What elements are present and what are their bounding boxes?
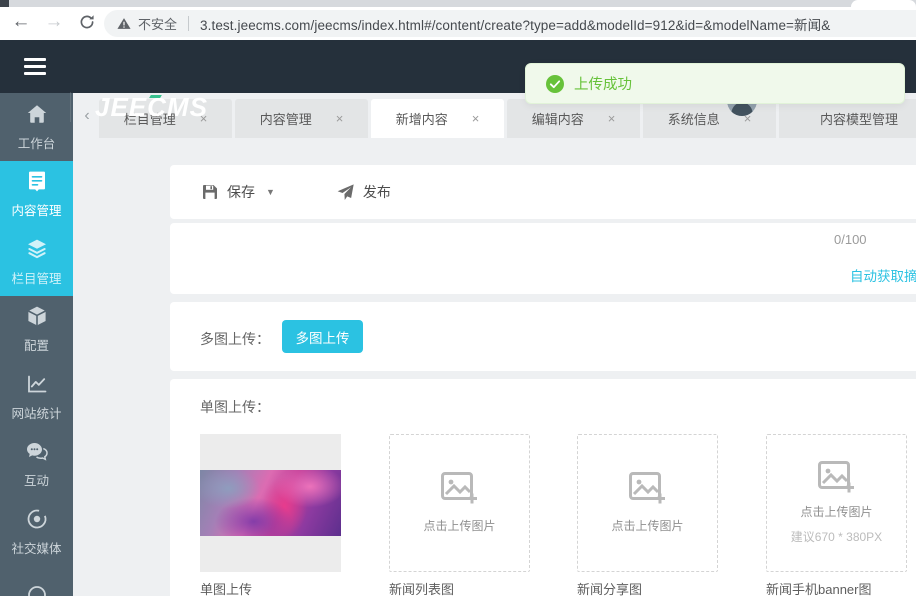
sidebar-item-social[interactable]: 社交媒体 bbox=[0, 498, 73, 566]
browser-forward-button[interactable]: → bbox=[41, 9, 67, 35]
sidebar-item-label: 栏目管理 bbox=[11, 271, 62, 286]
image-plus-icon bbox=[628, 472, 665, 504]
toast-message: 上传成功 bbox=[574, 77, 632, 93]
upload-card-mobile-banner[interactable]: 点击上传图片 建议670 * 380PX bbox=[766, 434, 907, 572]
publish-button[interactable]: 发布 bbox=[337, 182, 391, 202]
address-divider bbox=[188, 16, 190, 31]
main-content: 保存 ▼ 发布 0/100 自动获取摘要 多图上传： 多图上传 单图上传： bbox=[73, 138, 916, 596]
close-icon[interactable]: × bbox=[472, 111, 480, 126]
browser-tab-remnant bbox=[0, 0, 9, 7]
tabs-row: 栏目管理 × 内容管理 × 新增内容 × 编辑内容 × 系统信息 × 内容模型管… bbox=[99, 99, 916, 138]
uploaded-image-thumbnail[interactable] bbox=[200, 470, 341, 536]
image-plus-icon bbox=[440, 472, 477, 504]
title-summary-panel[interactable]: 0/100 自动获取摘要 bbox=[170, 223, 916, 294]
cube-icon bbox=[27, 306, 46, 326]
sidebar-nav: 工作台 内容管理 栏目管理 配置 网站统计 互动 社交媒体 bbox=[0, 93, 73, 596]
menu-toggle-button[interactable] bbox=[24, 58, 46, 75]
sidebar-item-more[interactable] bbox=[0, 566, 73, 596]
paper-plane-icon bbox=[337, 183, 354, 200]
multi-upload-panel: 多图上传： 多图上传 bbox=[170, 302, 916, 371]
multi-upload-label: 多图上传： bbox=[200, 331, 270, 347]
tab-scroll-left-icon[interactable]: ‹ bbox=[79, 106, 95, 126]
sidebar-item-label: 互动 bbox=[23, 474, 49, 489]
card-label-single: 单图上传 bbox=[200, 582, 253, 596]
card-label-news-list: 新闻列表图 bbox=[389, 582, 455, 596]
circle-icon bbox=[27, 585, 46, 596]
tab-label: 系统信息 bbox=[667, 112, 720, 127]
close-icon[interactable]: × bbox=[608, 111, 616, 126]
address-bar[interactable]: 不安全 3.test.jeecms.com/jeecms/index.html#… bbox=[104, 10, 916, 37]
toast-success: 上传成功 bbox=[525, 63, 905, 104]
tab-edit-content[interactable]: 编辑内容 × bbox=[507, 99, 640, 138]
multi-upload-button[interactable]: 多图上传 bbox=[282, 320, 363, 353]
sidebar-item-content[interactable]: 内容管理 bbox=[0, 160, 73, 228]
tab-content-mgmt[interactable]: 内容管理 × bbox=[235, 99, 368, 138]
browser-tabstrip bbox=[0, 0, 916, 7]
sidebar-item-label: 内容管理 bbox=[11, 204, 62, 219]
single-upload-panel: 单图上传： 点击上传图片 点击上传图片 点击上传图片 建议670 * 380PX… bbox=[170, 379, 916, 596]
upload-size-hint: 建议670 * 380PX bbox=[790, 530, 883, 544]
url-text: 3.test.jeecms.com/jeecms/index.html#/con… bbox=[200, 17, 831, 33]
sidebar-item-label: 社交媒体 bbox=[11, 541, 62, 556]
image-plus-icon bbox=[817, 461, 854, 493]
upload-placeholder-text: 点击上传图片 bbox=[800, 505, 873, 519]
browser-toolbar: ← → 不安全 3.test.jeecms.com/jeecms/index.h… bbox=[0, 0, 916, 40]
logo-accent bbox=[149, 95, 162, 98]
tab-new-content[interactable]: 新增内容 × bbox=[371, 99, 504, 138]
jeecms-app-window: ← → 不安全 3.test.jeecms.com/jeecms/index.h… bbox=[0, 0, 916, 596]
browser-back-button[interactable]: ← bbox=[8, 9, 34, 35]
action-toolbar: 保存 ▼ 发布 bbox=[170, 165, 916, 219]
refresh-icon bbox=[80, 15, 94, 29]
sidebar-item-label: 网站统计 bbox=[11, 406, 62, 421]
upload-placeholder-text: 点击上传图片 bbox=[611, 519, 684, 533]
browser-refresh-button[interactable] bbox=[74, 9, 100, 35]
chevron-down-icon[interactable]: ▼ bbox=[266, 187, 275, 197]
sidebar-item-channel[interactable]: 栏目管理 bbox=[0, 228, 73, 296]
sidebar-item-interact[interactable]: 互动 bbox=[0, 431, 73, 499]
sidebar-item-config[interactable]: 配置 bbox=[0, 296, 73, 364]
content-icon bbox=[28, 171, 45, 192]
tab-label: 内容模型管理 bbox=[819, 112, 898, 127]
upload-card-news-share[interactable]: 点击上传图片 bbox=[577, 434, 718, 572]
sidebar-item-label: 工作台 bbox=[17, 136, 56, 151]
security-label: 不安全 bbox=[138, 17, 178, 32]
close-icon[interactable]: × bbox=[336, 111, 344, 126]
publish-label: 发布 bbox=[362, 184, 391, 200]
browser-active-tab bbox=[851, 0, 916, 7]
home-icon bbox=[27, 104, 46, 123]
sidebar-item-workbench[interactable]: 工作台 bbox=[0, 93, 73, 161]
chart-icon bbox=[27, 375, 46, 393]
social-icon bbox=[27, 509, 46, 529]
tab-label: 内容管理 bbox=[259, 112, 312, 127]
card-label-news-share: 新闻分享图 bbox=[577, 582, 643, 596]
save-icon bbox=[203, 185, 217, 199]
not-secure-warning-icon bbox=[117, 18, 131, 29]
upload-card-single[interactable] bbox=[200, 434, 341, 572]
save-button[interactable]: 保存 ▼ bbox=[202, 182, 275, 202]
title-char-counter: 0/100 bbox=[834, 232, 867, 247]
sidebar-item-label: 配置 bbox=[23, 339, 49, 354]
tab-content-model-mgmt[interactable]: 内容模型管理 bbox=[779, 99, 916, 138]
layers-icon bbox=[27, 239, 46, 258]
auto-summary-link[interactable]: 自动获取摘要 bbox=[850, 265, 916, 285]
card-label-mobile-banner: 新闻手机banner图 bbox=[766, 582, 872, 596]
header-divider bbox=[70, 92, 71, 122]
chat-icon bbox=[26, 443, 48, 461]
save-label: 保存 bbox=[227, 184, 255, 200]
tab-label: 新增内容 bbox=[395, 112, 448, 127]
upload-placeholder-text: 点击上传图片 bbox=[423, 519, 496, 533]
check-circle-icon bbox=[546, 74, 564, 93]
sidebar-item-stats[interactable]: 网站统计 bbox=[0, 363, 73, 431]
single-upload-label: 单图上传： bbox=[200, 399, 270, 415]
upload-card-news-list[interactable]: 点击上传图片 bbox=[389, 434, 530, 572]
tab-label: 编辑内容 bbox=[531, 112, 584, 127]
